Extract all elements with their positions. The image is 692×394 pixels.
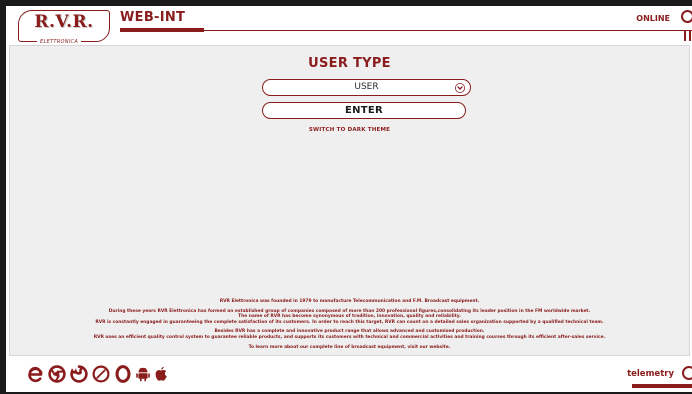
user-type-selected-value: USER xyxy=(354,82,379,92)
about-line: RVR uses an efficient quality control sy… xyxy=(93,334,606,340)
about-line: RVR is constantly engaged in guaranteein… xyxy=(95,319,604,325)
apple-icon xyxy=(155,366,167,381)
edge-icon xyxy=(28,366,43,383)
telemetry-status-icon xyxy=(682,366,692,380)
rvr-logo[interactable]: R.V.R. ELETTRONICA xyxy=(18,10,110,45)
pause-icon[interactable] xyxy=(684,30,692,41)
about-line-website[interactable]: To learn more about our complete line of… xyxy=(10,345,689,351)
switch-dark-theme-link[interactable]: SWITCH TO DARK THEME xyxy=(10,127,689,133)
app-title: WEB-INT xyxy=(120,10,186,25)
telemetry-label[interactable]: telemetry xyxy=(627,369,674,379)
header: R.V.R. ELETTRONICA WEB-INT ONLINE xyxy=(6,6,692,46)
online-status-label: ONLINE xyxy=(636,14,670,23)
logo-text: R.V.R. xyxy=(34,12,94,32)
title-underline xyxy=(120,28,204,32)
about-text: RVR Elettronica was founded in 1979 to m… xyxy=(10,299,689,350)
user-type-title: USER TYPE xyxy=(308,56,391,71)
online-status-icon xyxy=(681,10,692,23)
header-divider xyxy=(204,30,692,31)
android-icon xyxy=(136,367,150,382)
app-window: R.V.R. ELETTRONICA WEB-INT ONLINE USER T… xyxy=(6,6,692,392)
firefox-icon xyxy=(70,365,88,383)
footer: telemetry xyxy=(6,356,692,392)
opera-icon xyxy=(115,365,131,383)
telemetry-underline xyxy=(632,384,692,388)
chrome-icon xyxy=(48,365,66,383)
enter-button[interactable]: ENTER xyxy=(262,102,466,119)
login-panel: USER TYPE USER ENTER SWITCH TO DARK THEM… xyxy=(9,45,690,356)
safari-icon xyxy=(92,365,110,383)
chevron-down-icon xyxy=(455,83,465,93)
user-type-select[interactable]: USER xyxy=(262,79,471,96)
